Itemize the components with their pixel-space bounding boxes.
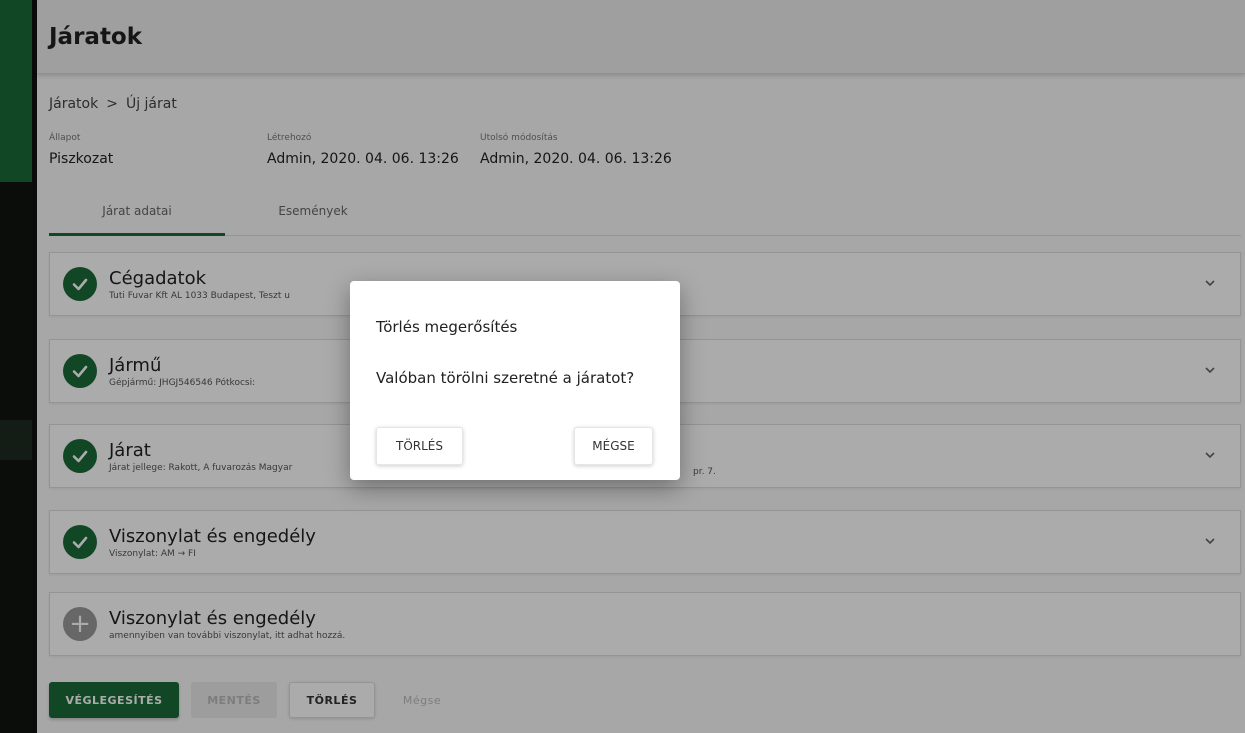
delete-confirm-dialog: Törlés megerősítés Valóban törölni szere…: [350, 281, 680, 480]
dialog-title: Törlés megerősítés: [376, 318, 518, 336]
dialog-message: Valóban törölni szeretné a járatot?: [376, 369, 635, 387]
dialog-cancel-button[interactable]: MÉGSE: [574, 427, 653, 465]
dialog-delete-button[interactable]: TÖRLÉS: [376, 427, 463, 465]
